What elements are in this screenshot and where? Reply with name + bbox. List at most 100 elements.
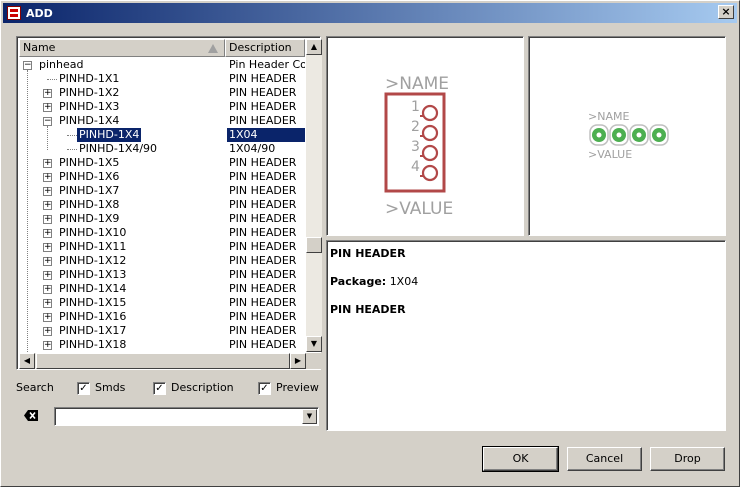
- collapse-icon[interactable]: −: [43, 117, 52, 126]
- pad-drill: [596, 132, 602, 138]
- horizontal-scroll-thumb[interactable]: [36, 353, 290, 369]
- collapse-icon[interactable]: −: [23, 61, 32, 70]
- tree-row-name: PINHD-1X9: [59, 212, 120, 225]
- tree-row[interactable]: + PINHD-1X10 PIN HEADER: [19, 226, 305, 240]
- expand-icon[interactable]: +: [43, 215, 52, 224]
- pin-number-label: 2: [411, 119, 420, 135]
- tree-row-name: PINHD-1X10: [59, 226, 127, 239]
- tree-row[interactable]: + PINHD-1X12 PIN HEADER: [19, 254, 305, 268]
- tree-row-name: PINHD-1X7: [59, 184, 120, 197]
- tree-row[interactable]: − PINHD-1X4 PIN HEADER: [19, 114, 305, 128]
- package-pads: [589, 124, 669, 146]
- tree-row-description: PIN HEADER: [229, 226, 297, 239]
- symbol-drawing: >NAME 1 2 3 4 >VALUE: [384, 74, 453, 219]
- tree-row[interactable]: + PINHD-1X2 PIN HEADER: [19, 86, 305, 100]
- info-heading: PIN HEADER: [330, 247, 406, 260]
- column-header-name-label: Name: [23, 41, 56, 54]
- tree-row[interactable]: + PINHD-1X9 PIN HEADER: [19, 212, 305, 226]
- column-header-name[interactable]: Name: [19, 39, 225, 57]
- tree-row[interactable]: −pinhead Pin Header Conn: [19, 58, 305, 72]
- smds-checkbox[interactable]: ✓: [77, 381, 90, 395]
- tree-row[interactable]: + PINHD-1X13 PIN HEADER: [19, 268, 305, 282]
- library-tree[interactable]: Name Description −pinheadPin Header Conn…: [16, 36, 322, 370]
- clear-search-icon[interactable]: [23, 409, 39, 422]
- tree-row[interactable]: + PINHD-1X8 PIN HEADER: [19, 198, 305, 212]
- pad-drill: [616, 132, 622, 138]
- expand-icon[interactable]: +: [43, 341, 52, 350]
- tree-header: Name Description: [19, 39, 305, 57]
- package-preview: >NAME >VALUE: [528, 36, 726, 236]
- tree-vertical-scrollbar[interactable]: ▲ ▼: [306, 39, 322, 352]
- combo-dropdown-button[interactable]: ▼: [302, 409, 317, 424]
- tree-row-description: PIN HEADER: [229, 212, 297, 225]
- tree-row-name: PINHD-1X2: [59, 86, 120, 99]
- drop-button[interactable]: Drop: [650, 447, 725, 471]
- close-button[interactable]: ×: [718, 5, 734, 19]
- ok-button[interactable]: OK: [482, 446, 559, 472]
- scroll-down-button[interactable]: ▼: [306, 336, 322, 352]
- tree-horizontal-scrollbar[interactable]: ◀ ▶: [19, 353, 306, 369]
- tree-row[interactable]: + PINHD-1X18 PIN HEADER: [19, 338, 305, 352]
- tree-row-description: PIN HEADER: [229, 184, 297, 197]
- tree-row-description: PIN HEADER: [229, 240, 297, 253]
- tree-row[interactable]: PINHD-1X4/90 1X04/90: [19, 142, 305, 156]
- tree-row-description: PIN HEADER: [229, 296, 297, 309]
- expand-icon[interactable]: +: [43, 103, 52, 112]
- info-package-label: Package:: [330, 275, 387, 288]
- expand-icon[interactable]: +: [43, 327, 52, 336]
- tree-row-description: PIN HEADER: [229, 310, 297, 323]
- search-options: Search ✓ Smds ✓ Description ✓ Preview: [16, 380, 321, 396]
- expand-icon[interactable]: +: [43, 229, 52, 238]
- tree-row[interactable]: + PINHD-1X17 PIN HEADER: [19, 324, 305, 338]
- expand-icon[interactable]: +: [43, 257, 52, 266]
- expand-icon[interactable]: +: [43, 271, 52, 280]
- tree-row[interactable]: + PINHD-1X3 PIN HEADER: [19, 100, 305, 114]
- expand-icon[interactable]: +: [43, 313, 52, 322]
- column-header-description[interactable]: Description: [225, 39, 305, 57]
- tree-row-name: PINHD-1X8: [59, 198, 120, 211]
- cancel-button[interactable]: Cancel: [567, 447, 642, 471]
- info-description: PIN HEADER: [330, 303, 406, 316]
- expand-icon[interactable]: +: [43, 187, 52, 196]
- expand-icon[interactable]: +: [43, 285, 52, 294]
- expand-icon[interactable]: +: [43, 89, 52, 98]
- search-combo[interactable]: ▼: [54, 407, 319, 426]
- tree-row[interactable]: + PINHD-1X14 PIN HEADER: [19, 282, 305, 296]
- package-value-label: >VALUE: [588, 148, 632, 161]
- tree-row[interactable]: + PINHD-1X15 PIN HEADER: [19, 296, 305, 310]
- description-checkbox[interactable]: ✓: [153, 381, 166, 395]
- tree-row[interactable]: + PINHD-1X16 PIN HEADER: [19, 310, 305, 324]
- smds-option[interactable]: ✓ Smds: [77, 380, 125, 396]
- description-label: Description: [171, 381, 234, 394]
- app-icon: [7, 6, 21, 20]
- preview-checkbox[interactable]: ✓: [258, 381, 271, 395]
- scroll-right-button[interactable]: ▶: [290, 353, 306, 369]
- tree-row-name: PINHD-1X6: [59, 170, 120, 183]
- pin-circle: [421, 144, 439, 162]
- description-option[interactable]: ✓ Description: [153, 380, 234, 396]
- expand-icon[interactable]: +: [43, 173, 52, 182]
- tree-row[interactable]: + PINHD-1X7 PIN HEADER: [19, 184, 305, 198]
- expand-icon[interactable]: +: [43, 201, 52, 210]
- expand-icon[interactable]: +: [43, 159, 52, 168]
- pin-number-label: 4: [411, 159, 420, 175]
- expand-icon[interactable]: +: [43, 243, 52, 252]
- sort-up-icon: [208, 44, 218, 53]
- tree-guide-line: [27, 70, 28, 352]
- tree-row[interactable]: PINHD-1X4 1X04: [19, 128, 305, 142]
- scroll-up-button[interactable]: ▲: [306, 39, 322, 55]
- expand-icon[interactable]: +: [43, 299, 52, 308]
- tree-connector: [47, 79, 57, 80]
- tree-row[interactable]: + PINHD-1X5 PIN HEADER: [19, 156, 305, 170]
- vertical-scroll-thumb[interactable]: [306, 237, 322, 253]
- tree-row-description: PIN HEADER: [229, 268, 297, 281]
- tree-row[interactable]: + PINHD-1X6 PIN HEADER: [19, 170, 305, 184]
- preview-label: Preview: [276, 381, 319, 394]
- scroll-left-button[interactable]: ◀: [19, 353, 35, 369]
- search-label-wrap: Search: [16, 380, 54, 396]
- preview-option[interactable]: ✓ Preview: [258, 380, 319, 396]
- pin-number-label: 3: [411, 139, 420, 155]
- symbol-preview: >NAME 1 2 3 4 >VALUE: [326, 36, 524, 236]
- tree-row[interactable]: PINHD-1X1 PIN HEADER: [19, 72, 305, 86]
- tree-row[interactable]: + PINHD-1X11 PIN HEADER: [19, 240, 305, 254]
